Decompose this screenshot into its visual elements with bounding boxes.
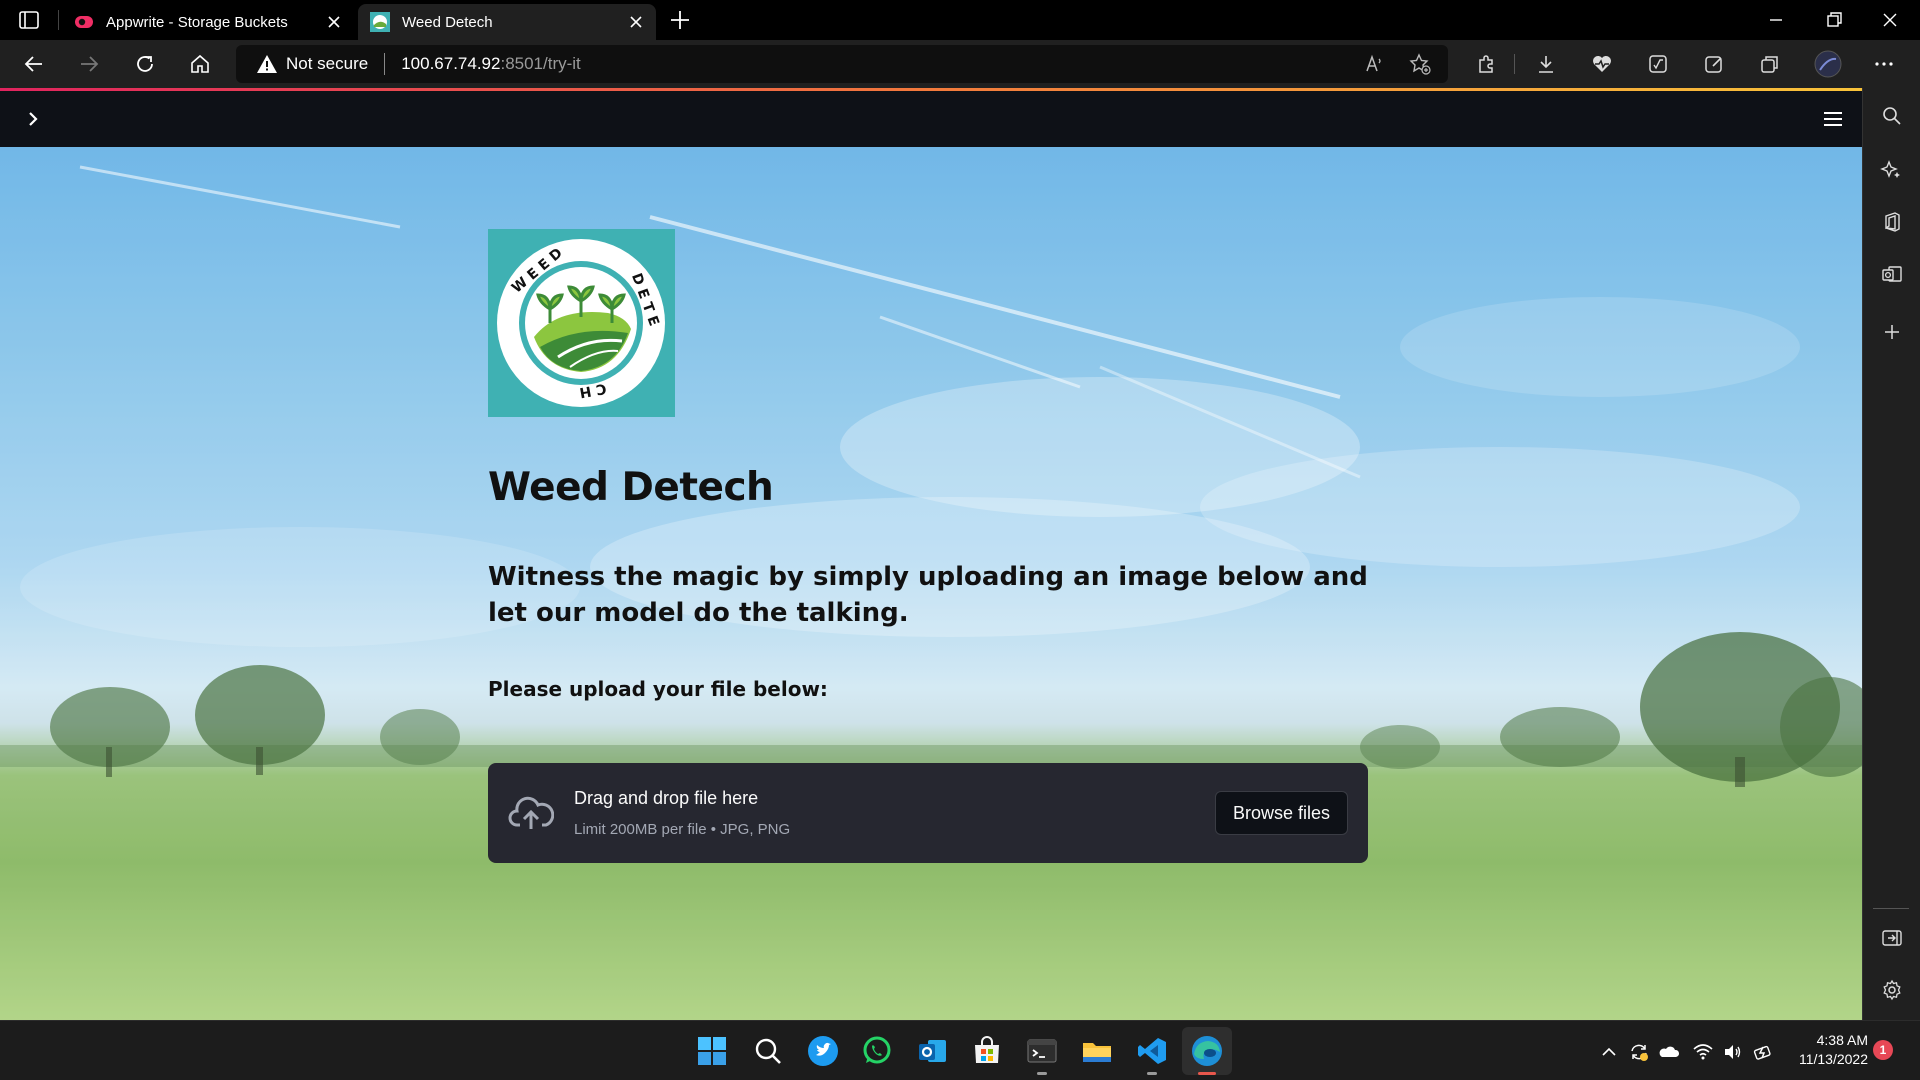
back-arrow-icon[interactable] <box>22 52 46 76</box>
chevron-right-icon[interactable] <box>22 107 44 131</box>
windows-logo-icon <box>698 1037 726 1065</box>
dropzone-instructions: Drag and drop file here <box>574 788 759 808</box>
read-aloud-icon[interactable] <box>1364 53 1386 75</box>
twitter-app[interactable] <box>805 1033 841 1069</box>
browser-essentials-icon[interactable] <box>1590 52 1614 76</box>
windows-start-icon[interactable] <box>694 1033 730 1069</box>
hide-sidebar-icon[interactable] <box>1880 926 1904 950</box>
web-capture-icon[interactable] <box>1702 52 1726 76</box>
browser-tab-strip: Appwrite - Storage Buckets Weed Detech <box>0 0 1920 40</box>
terminal-icon <box>1027 1039 1057 1063</box>
upload-label: Please upload your file below: <box>488 677 828 701</box>
tab-title: Appwrite - Storage Buckets <box>106 13 288 31</box>
forward-arrow-icon[interactable] <box>77 52 101 76</box>
taskbar-search-icon[interactable] <box>750 1033 786 1069</box>
address-bar[interactable]: Not secure 100.67.74.92:8501/try-it <box>236 45 1448 83</box>
toolbar-divider <box>1514 54 1515 74</box>
extensions-icon[interactable] <box>1474 52 1498 76</box>
tab-weed-detech[interactable]: Weed Detech <box>358 4 656 40</box>
main-content: W E E D D E T E C H Weed Detech Witness … <box>0 147 1862 1020</box>
office-icon[interactable] <box>1880 210 1904 234</box>
cloud-upload-icon <box>508 796 554 829</box>
tab-divider <box>58 10 59 30</box>
vscode-icon <box>1138 1038 1166 1064</box>
weed-detech-favicon <box>370 12 390 32</box>
url-path: :8501/try-it <box>500 54 581 73</box>
more-options-icon[interactable] <box>1872 52 1896 76</box>
running-indicator <box>1037 1072 1047 1075</box>
edge-icon <box>1192 1036 1222 1066</box>
dropzone-limit-text: Limit 200MB per file • JPG, PNG <box>574 821 791 838</box>
microsoft-store-icon <box>975 1036 999 1063</box>
sync-icon[interactable] <box>1628 1041 1650 1063</box>
notification-badge[interactable]: 1 <box>1873 1040 1893 1060</box>
math-solver-icon[interactable] <box>1646 52 1670 76</box>
edge-sidebar <box>1862 88 1920 1020</box>
close-icon[interactable] <box>628 14 644 30</box>
edge-app[interactable] <box>1189 1033 1225 1075</box>
file-explorer-app[interactable] <box>1079 1033 1115 1069</box>
battery-charging-icon[interactable] <box>1752 1041 1774 1063</box>
system-clock[interactable]: 4:38 AM 11/13/2022 <box>1788 1031 1868 1069</box>
collections-icon[interactable] <box>1758 52 1782 76</box>
tab-appwrite[interactable]: Appwrite - Storage Buckets <box>62 4 354 40</box>
browse-files-button[interactable]: Browse files <box>1215 791 1348 835</box>
outlook-app[interactable] <box>914 1033 950 1069</box>
search-icon <box>755 1038 781 1064</box>
weed-detech-logo: W E E D D E T E C H <box>488 229 675 417</box>
tab-actions-icon[interactable] <box>18 10 40 30</box>
terminal-app[interactable] <box>1024 1033 1060 1075</box>
file-dropzone[interactable]: Drag and drop file here Limit 200MB per … <box>488 763 1368 863</box>
onedrive-icon[interactable] <box>1658 1041 1680 1063</box>
clock-time: 4:38 AM <box>1816 1032 1868 1048</box>
refresh-icon[interactable] <box>133 52 157 76</box>
browser-toolbar: Not secure 100.67.74.92:8501/try-it <box>0 40 1920 88</box>
whatsapp-icon <box>863 1036 891 1064</box>
minimize-icon[interactable] <box>1764 8 1788 32</box>
volume-icon[interactable] <box>1722 1041 1744 1063</box>
url-host: 100.67.74.92 <box>401 54 501 73</box>
restore-icon[interactable] <box>1822 8 1846 32</box>
address-separator <box>384 53 386 75</box>
page-subtitle: Witness the magic by simply uploading an… <box>488 562 1368 628</box>
downloads-icon[interactable] <box>1534 52 1558 76</box>
gear-icon[interactable] <box>1880 978 1904 1002</box>
close-window-icon[interactable] <box>1878 8 1902 32</box>
home-icon[interactable] <box>188 52 212 76</box>
appwrite-icon <box>75 16 93 28</box>
folder-icon <box>1083 1043 1111 1062</box>
profile-avatar[interactable] <box>1814 50 1842 78</box>
microsoft-store-app[interactable] <box>969 1033 1005 1069</box>
search-icon[interactable] <box>1880 104 1904 128</box>
sidebar-divider <box>1873 908 1909 909</box>
wifi-icon[interactable] <box>1692 1041 1714 1063</box>
url-text[interactable]: 100.67.74.92:8501/try-it <box>401 54 581 74</box>
chevron-up-icon[interactable] <box>1598 1041 1620 1063</box>
add-favorite-icon[interactable] <box>1409 53 1431 75</box>
new-tab-icon[interactable] <box>668 8 692 32</box>
page-title: Weed Detech <box>488 465 774 510</box>
whatsapp-app[interactable] <box>859 1033 895 1069</box>
security-label[interactable]: Not secure <box>286 54 368 74</box>
outlook-icon <box>919 1040 946 1062</box>
active-indicator <box>1198 1072 1216 1075</box>
tab-title: Weed Detech <box>402 13 493 31</box>
add-icon[interactable] <box>1880 320 1904 344</box>
vscode-app[interactable] <box>1134 1033 1170 1075</box>
close-icon[interactable] <box>326 14 342 30</box>
running-indicator <box>1147 1072 1157 1075</box>
hamburger-menu-icon[interactable] <box>1822 108 1844 130</box>
twitter-icon <box>808 1036 838 1066</box>
discover-icon[interactable] <box>1880 158 1904 182</box>
clock-date: 11/13/2022 <box>1798 1051 1868 1067</box>
windows-taskbar: 4:38 AM 11/13/2022 1 <box>0 1020 1920 1080</box>
app-header <box>0 91 1862 147</box>
warning-icon[interactable] <box>256 53 278 75</box>
outlook-icon[interactable] <box>1880 262 1904 286</box>
